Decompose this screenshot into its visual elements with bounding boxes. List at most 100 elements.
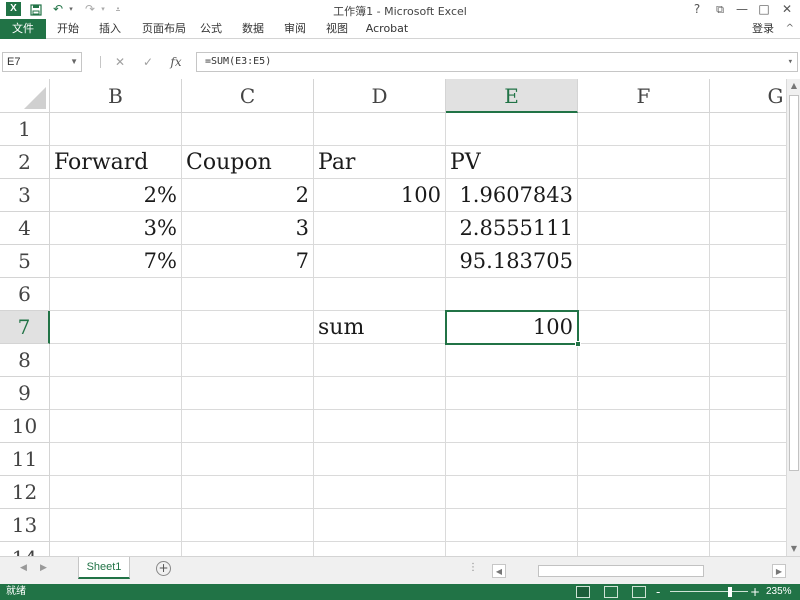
cell-f9[interactable] xyxy=(578,377,710,410)
previous-sheet-icon[interactable]: ◀ xyxy=(20,563,27,573)
cell-g4[interactable] xyxy=(710,212,786,245)
cell-e5[interactable]: 95.183705 xyxy=(446,245,578,278)
cell-d12[interactable] xyxy=(314,476,446,509)
row-header-6[interactable]: 6 xyxy=(0,278,50,311)
cell-g5[interactable] xyxy=(710,245,786,278)
cell-c8[interactable] xyxy=(182,344,314,377)
row-header-2[interactable]: 2 xyxy=(0,146,50,179)
cell-b8[interactable] xyxy=(50,344,182,377)
zoom-out-button[interactable]: - xyxy=(656,584,660,600)
tab-page-layout[interactable]: 页面布局 xyxy=(134,19,194,39)
tab-home[interactable]: 开始 xyxy=(50,19,86,39)
column-header-d[interactable]: D xyxy=(314,79,446,113)
next-sheet-icon[interactable]: ▶ xyxy=(40,563,47,573)
cell-c11[interactable] xyxy=(182,443,314,476)
cell-e3[interactable]: 1.9607843 xyxy=(446,179,578,212)
scroll-right-icon[interactable]: ▶ xyxy=(772,564,786,578)
cell-b12[interactable] xyxy=(50,476,182,509)
tab-data[interactable]: 数据 xyxy=(238,19,268,39)
cell-b3[interactable]: 2% xyxy=(50,179,182,212)
cell-g6[interactable] xyxy=(710,278,786,311)
name-box[interactable]: E7 ▼ xyxy=(2,52,82,72)
cell-e6[interactable] xyxy=(446,278,578,311)
cell-c3[interactable]: 2 xyxy=(182,179,314,212)
column-header-c[interactable]: C xyxy=(182,79,314,113)
row-header-13[interactable]: 13 xyxy=(0,509,50,542)
cell-g2[interactable] xyxy=(710,146,786,179)
cell-e14[interactable] xyxy=(446,542,578,556)
cell-c13[interactable] xyxy=(182,509,314,542)
cell-b6[interactable] xyxy=(50,278,182,311)
cell-f6[interactable] xyxy=(578,278,710,311)
cell-f12[interactable] xyxy=(578,476,710,509)
cell-f10[interactable] xyxy=(578,410,710,443)
tab-insert[interactable]: 插入 xyxy=(92,19,128,39)
scroll-up-icon[interactable]: ▲ xyxy=(787,79,800,93)
cell-c5[interactable]: 7 xyxy=(182,245,314,278)
cell-g9[interactable] xyxy=(710,377,786,410)
cell-c12[interactable] xyxy=(182,476,314,509)
collapse-ribbon-icon[interactable]: ^ xyxy=(786,19,794,39)
formula-input[interactable]: =SUM(E3:E5) ▾ xyxy=(196,52,798,72)
cell-c10[interactable] xyxy=(182,410,314,443)
cell-c7[interactable] xyxy=(182,311,314,344)
cell-b10[interactable] xyxy=(50,410,182,443)
cell-c9[interactable] xyxy=(182,377,314,410)
maximize-button[interactable]: □ xyxy=(752,0,776,19)
cell-c14[interactable] xyxy=(182,542,314,556)
cell-g14[interactable] xyxy=(710,542,786,556)
cell-e4[interactable]: 2.8555111 xyxy=(446,212,578,245)
zoom-slider[interactable] xyxy=(670,591,748,592)
cell-e11[interactable] xyxy=(446,443,578,476)
cell-d9[interactable] xyxy=(314,377,446,410)
cell-g11[interactable] xyxy=(710,443,786,476)
cell-c1[interactable] xyxy=(182,113,314,146)
cell-f5[interactable] xyxy=(578,245,710,278)
row-header-10[interactable]: 10 xyxy=(0,410,50,443)
cell-f13[interactable] xyxy=(578,509,710,542)
row-header-12[interactable]: 12 xyxy=(0,476,50,509)
worksheet-grid[interactable]: B C D E F G 1 2 3 4 5 6 7 8 9 10 11 12 1… xyxy=(0,79,786,556)
vertical-scrollbar[interactable]: ▲ ▼ xyxy=(786,79,800,556)
cell-f4[interactable] xyxy=(578,212,710,245)
cell-g12[interactable] xyxy=(710,476,786,509)
cell-e2[interactable]: PV xyxy=(446,146,578,179)
row-header-9[interactable]: 9 xyxy=(0,377,50,410)
cell-e8[interactable] xyxy=(446,344,578,377)
zoom-in-button[interactable]: + xyxy=(750,584,760,600)
minimize-button[interactable]: — xyxy=(730,0,754,19)
tab-file[interactable]: 文件 xyxy=(0,19,46,39)
cell-d11[interactable] xyxy=(314,443,446,476)
row-header-11[interactable]: 11 xyxy=(0,443,50,476)
horizontal-scroll-thumb[interactable] xyxy=(538,565,704,577)
zoom-slider-thumb[interactable] xyxy=(728,587,732,597)
column-header-f[interactable]: F xyxy=(578,79,710,113)
column-header-e[interactable]: E xyxy=(446,79,578,113)
row-header-8[interactable]: 8 xyxy=(0,344,50,377)
zoom-level[interactable]: 235% xyxy=(766,584,792,600)
cell-e7[interactable]: 100 xyxy=(446,311,578,344)
enter-icon[interactable]: ✓ xyxy=(138,52,158,72)
vertical-scroll-thumb[interactable] xyxy=(789,95,799,471)
cell-d4[interactable] xyxy=(314,212,446,245)
sheet-tab-sheet1[interactable]: Sheet1 xyxy=(78,557,130,579)
page-break-preview-icon[interactable] xyxy=(632,586,646,598)
scroll-left-icon[interactable]: ◀ xyxy=(492,564,506,578)
row-header-3[interactable]: 3 xyxy=(0,179,50,212)
cell-g10[interactable] xyxy=(710,410,786,443)
tab-splitter-icon[interactable]: ⋮ xyxy=(468,562,478,573)
tab-review[interactable]: 审阅 xyxy=(280,19,310,39)
cell-d1[interactable] xyxy=(314,113,446,146)
sign-in-link[interactable]: 登录 xyxy=(752,19,774,39)
cell-b14[interactable] xyxy=(50,542,182,556)
row-header-14[interactable]: 14 xyxy=(0,542,50,556)
cell-e13[interactable] xyxy=(446,509,578,542)
cell-f2[interactable] xyxy=(578,146,710,179)
row-header-4[interactable]: 4 xyxy=(0,212,50,245)
cell-e1[interactable] xyxy=(446,113,578,146)
row-header-5[interactable]: 5 xyxy=(0,245,50,278)
cell-e9[interactable] xyxy=(446,377,578,410)
cell-b2[interactable]: Forward xyxy=(50,146,182,179)
cell-d14[interactable] xyxy=(314,542,446,556)
row-header-1[interactable]: 1 xyxy=(0,113,50,146)
